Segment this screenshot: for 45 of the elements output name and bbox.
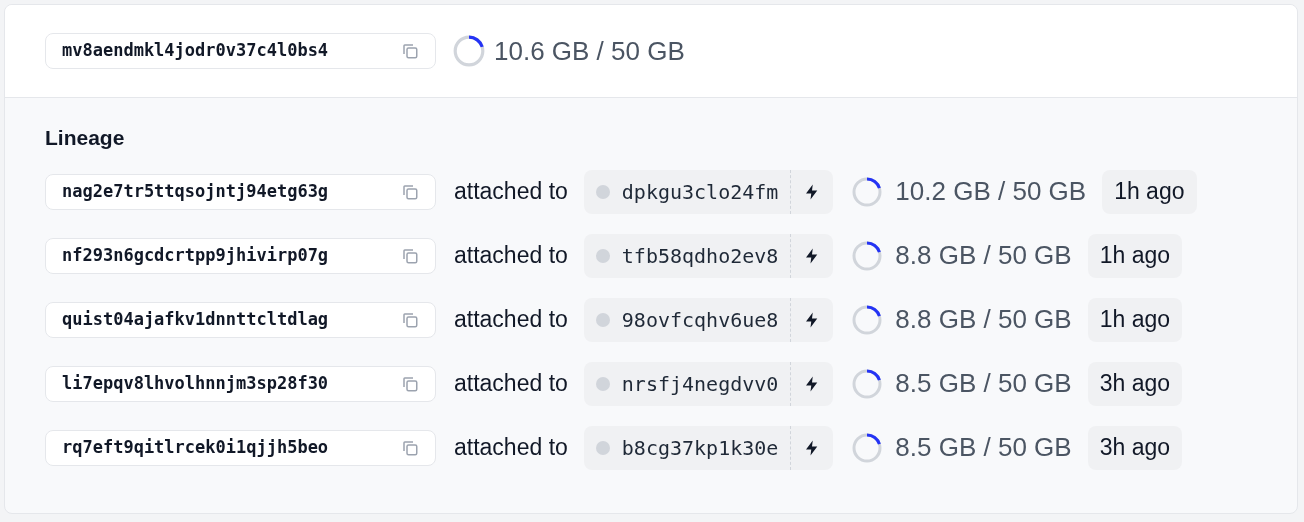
- usage-ring-icon: [851, 303, 884, 336]
- machine-chip[interactable]: dpkgu3clo24fm: [583, 169, 834, 214]
- age-badge: 1h ago: [1087, 297, 1183, 342]
- copy-icon[interactable]: [401, 42, 419, 60]
- usage-text: 8.5 GB / 50 GB: [895, 431, 1072, 464]
- machine-id: nrsfj4negdvv0: [621, 370, 779, 398]
- volume-id: quist04ajafkv1dnnttcltdlag: [62, 307, 329, 331]
- machine-id: dpkgu3clo24fm: [621, 178, 779, 206]
- age-badge: 1h ago: [1087, 233, 1183, 278]
- machine-chip[interactable]: 98ovfcqhv6ue8: [583, 297, 834, 342]
- usage-ring-icon: [452, 34, 486, 68]
- machine-id: tfb58qdho2ev8: [621, 242, 779, 270]
- relation-label: attached to: [454, 369, 568, 399]
- usage-text: 8.8 GB / 50 GB: [895, 239, 1072, 272]
- machine-chip[interactable]: tfb58qdho2ev8: [583, 233, 834, 278]
- machine-id: 98ovfcqhv6ue8: [621, 306, 779, 334]
- relation-label: attached to: [454, 177, 568, 207]
- age-badge: 3h ago: [1087, 361, 1183, 406]
- copy-icon[interactable]: [401, 438, 419, 457]
- volume-id: mv8aendmkl4jodr0v37c4l0bs4: [62, 39, 329, 63]
- machine-id: b8cg37kp1k30e: [621, 434, 779, 462]
- usage-ring-icon: [851, 175, 884, 208]
- copy-icon[interactable]: [401, 246, 419, 265]
- relation-label: attached to: [454, 241, 568, 271]
- usage-ring-icon: [851, 367, 884, 400]
- relation-label: attached to: [454, 433, 568, 463]
- copy-icon[interactable]: [401, 182, 419, 201]
- usage-ring-icon: [851, 239, 884, 272]
- machine-chip[interactable]: nrsfj4negdvv0: [583, 361, 834, 406]
- copy-icon[interactable]: [401, 374, 419, 393]
- age-badge: 1h ago: [1102, 169, 1197, 214]
- usage-text: 10.6 GB / 50 GB: [494, 34, 685, 68]
- usage-text: 10.2 GB / 50 GB: [895, 175, 1087, 208]
- volume-id: nag2e7tr5ttqsojntj94etg63g: [62, 179, 329, 203]
- machine-chip[interactable]: b8cg37kp1k30e: [583, 425, 834, 470]
- volume-id: nf293n6gcdcrtpp9jhivirp07g: [62, 243, 329, 267]
- age-badge: 3h ago: [1087, 425, 1183, 470]
- section-title: Lineage: [45, 125, 126, 151]
- relation-label: attached to: [454, 305, 568, 335]
- volume-id: li7epqv8lhvolhnnjm3sp28f30: [62, 371, 329, 395]
- usage-text: 8.8 GB / 50 GB: [895, 303, 1072, 336]
- copy-icon[interactable]: [401, 310, 419, 329]
- usage-text: 8.5 GB / 50 GB: [895, 367, 1072, 400]
- usage-ring-icon: [851, 431, 884, 464]
- volume-id: rq7eft9qitlrcek0i1qjjh5beo: [62, 435, 329, 459]
